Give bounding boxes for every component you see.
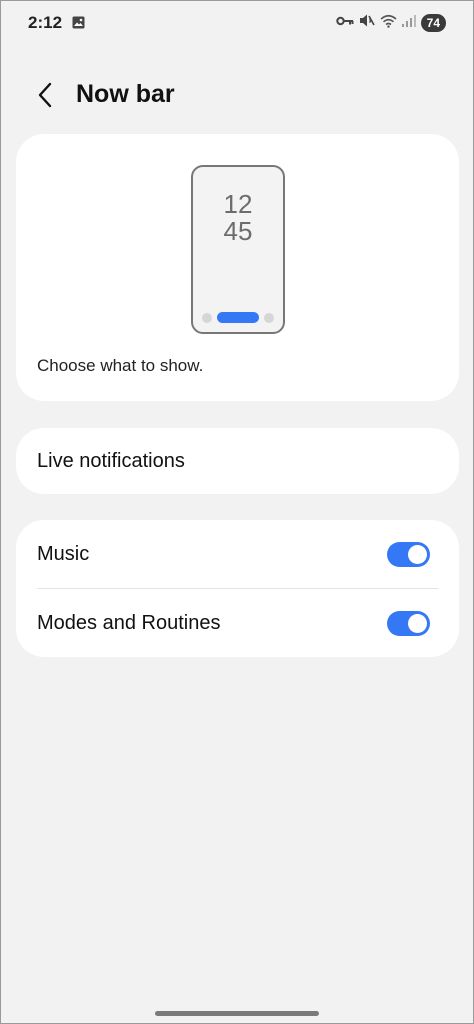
battery-badge: 74 — [420, 14, 446, 32]
nowbar-dot-left — [202, 313, 212, 323]
nowbar-pill — [217, 312, 259, 323]
nowbar-dot-right — [264, 313, 274, 323]
toggle-list: Music Modes and Routines — [16, 520, 459, 657]
preview-caption: Choose what to show. — [37, 356, 204, 375]
key-icon — [335, 14, 354, 32]
gallery-icon — [72, 16, 85, 34]
music-toggle[interactable] — [387, 542, 430, 567]
wifi-icon — [380, 14, 397, 33]
music-row[interactable]: Music — [16, 520, 459, 588]
chevron-left-icon — [37, 82, 53, 113]
mute-icon — [359, 13, 375, 33]
modes-routines-row[interactable]: Modes and Routines — [16, 589, 459, 657]
toggle-knob — [408, 545, 427, 564]
live-notifications-label: Live notifications — [37, 450, 185, 472]
live-notifications-item[interactable]: Live notifications — [16, 428, 459, 494]
modes-routines-label: Modes and Routines — [37, 612, 221, 634]
signal-icon — [401, 14, 416, 32]
back-button[interactable] — [28, 80, 62, 114]
status-bar: 2:12 74 — [0, 0, 474, 46]
clock-hour: 12 — [223, 189, 253, 219]
clock-minute: 45 — [223, 216, 253, 246]
preview-card: 12 45 Choose what to show. — [16, 134, 459, 401]
status-icons: 74 — [335, 13, 446, 33]
modes-routines-toggle[interactable] — [387, 611, 430, 636]
home-indicator[interactable] — [155, 1011, 319, 1016]
status-time: 2:12 — [28, 13, 63, 32]
toggle-knob — [408, 614, 427, 633]
music-label: Music — [37, 543, 90, 565]
page-title: Now bar — [76, 80, 175, 108]
preview-clock: 12 45 — [193, 191, 283, 245]
phone-illustration: 12 45 — [191, 165, 285, 334]
